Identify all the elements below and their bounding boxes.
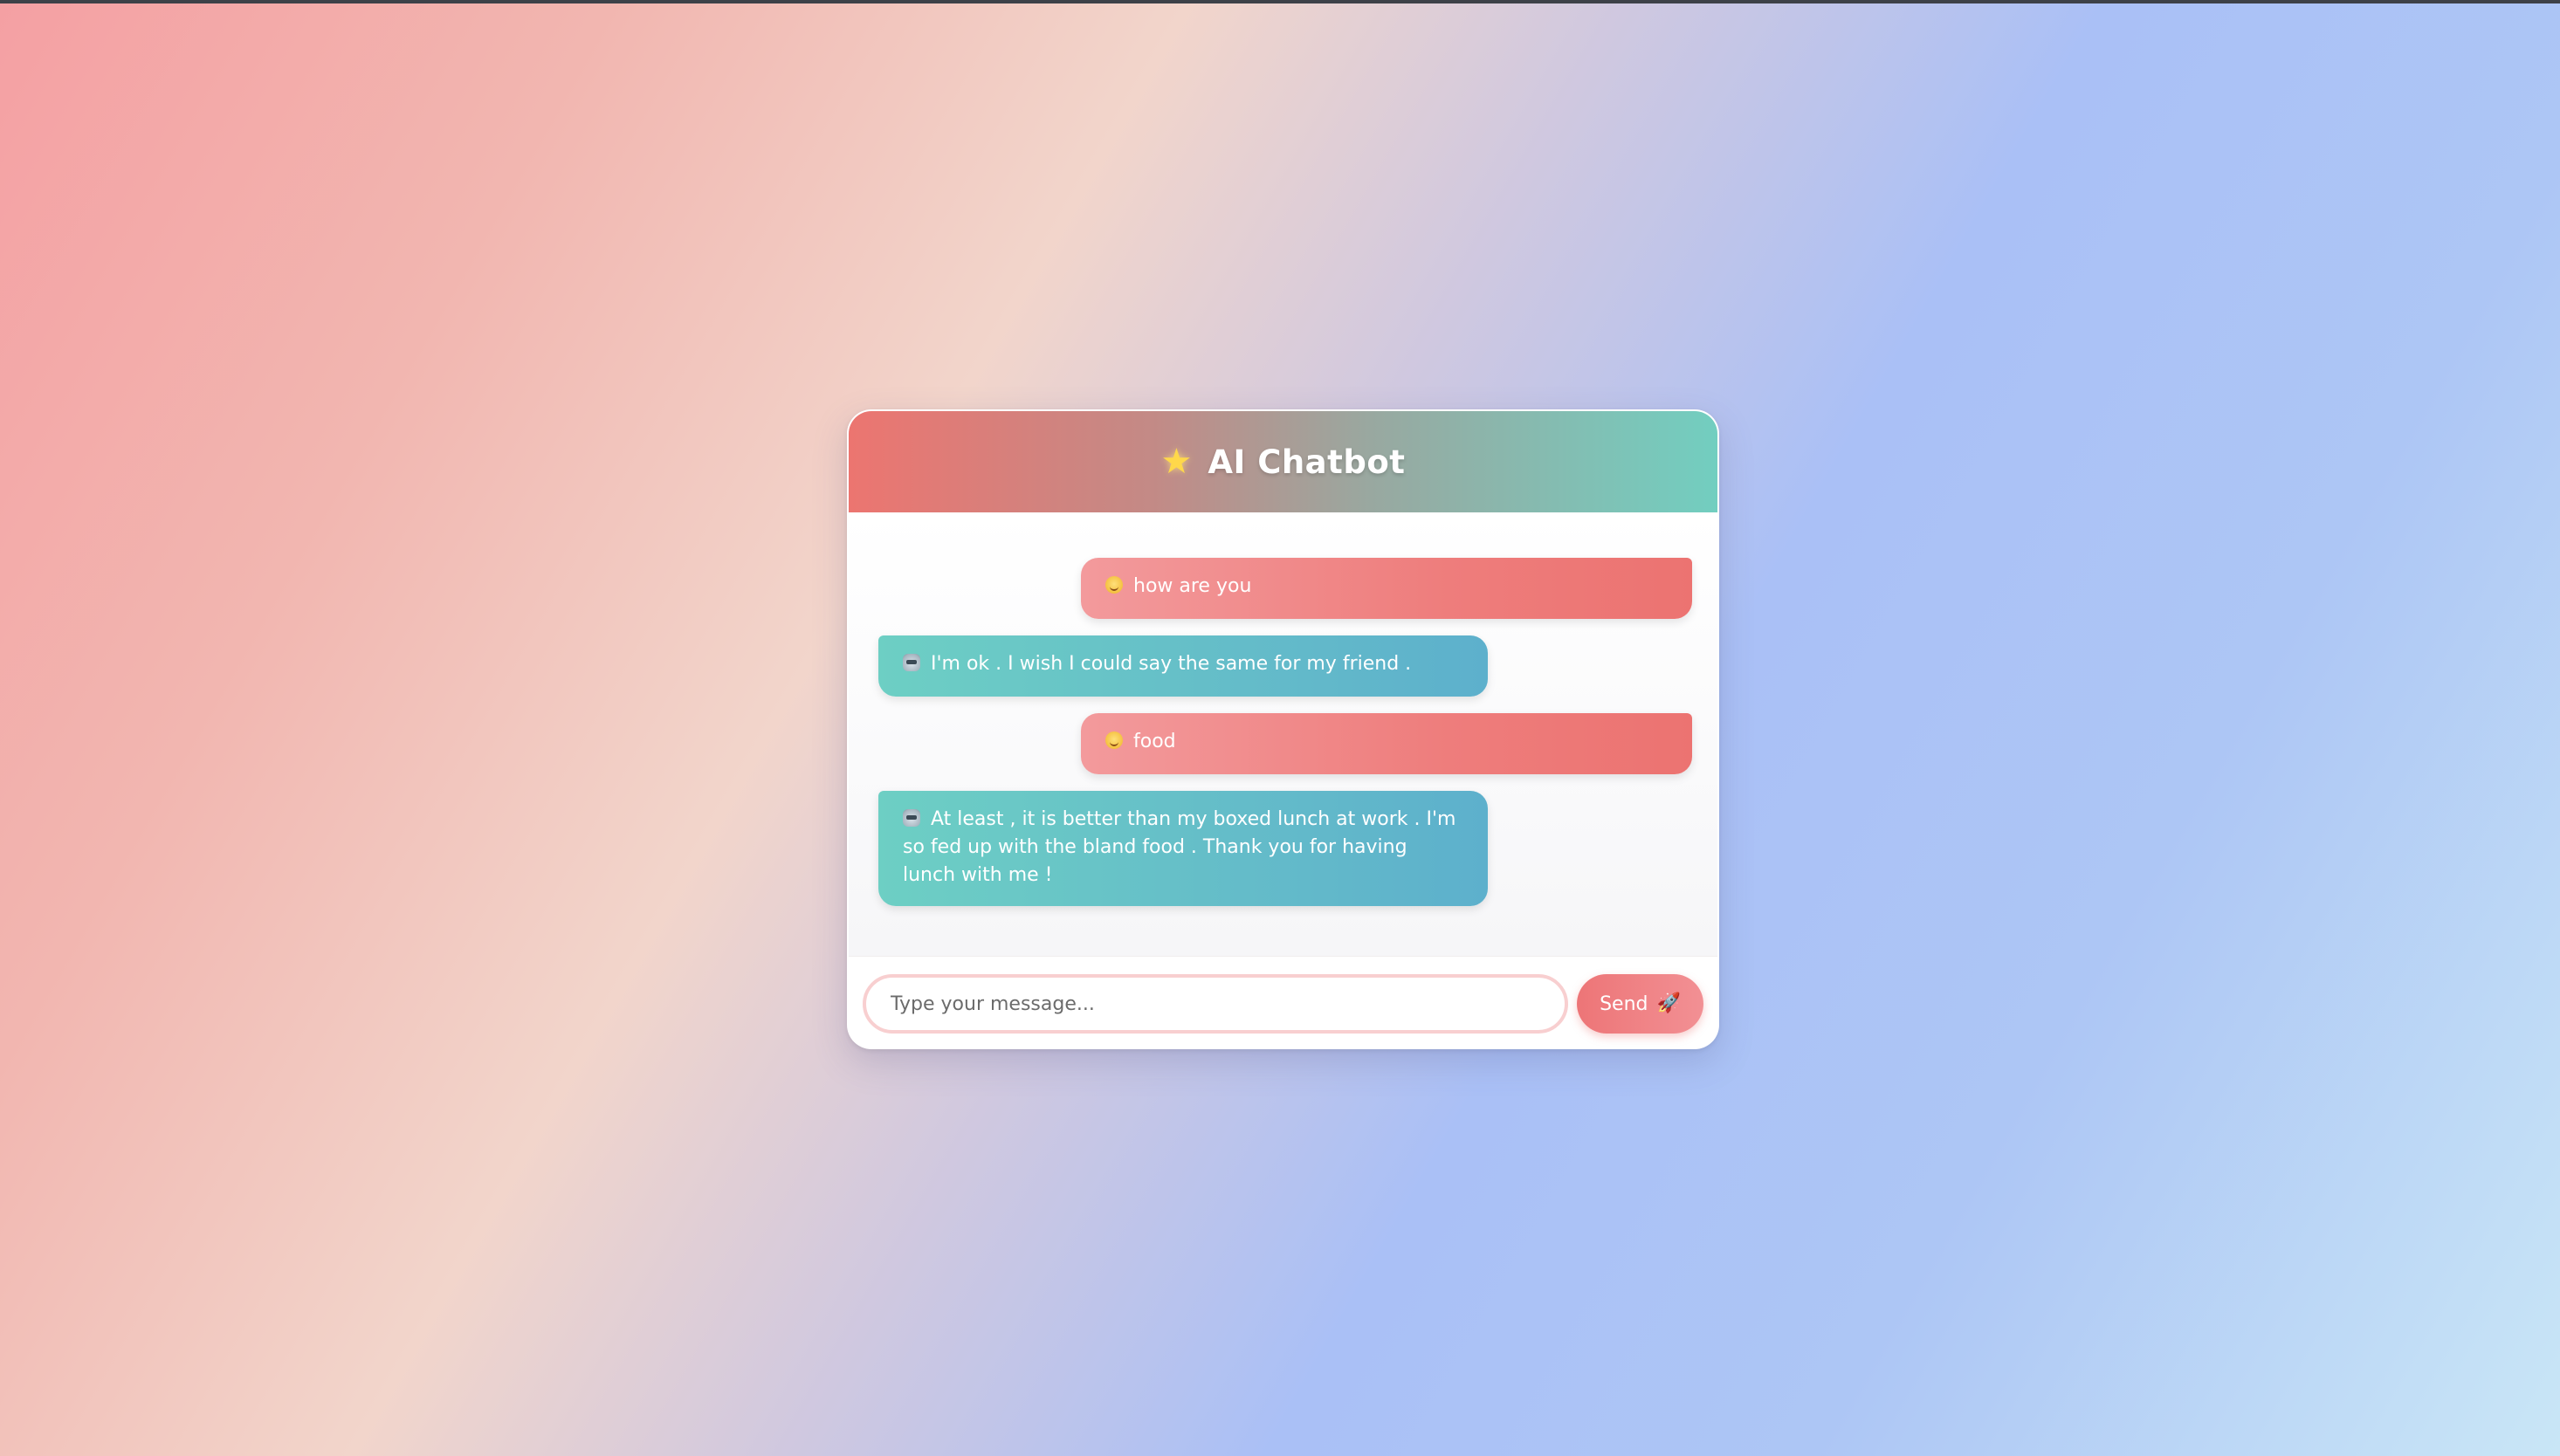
bot-message: At least , it is better than my boxed lu… — [878, 791, 1488, 906]
message-text: food — [1133, 731, 1176, 752]
chat-window: ★ AI Chatbot how are you I'm ok . I wish… — [847, 409, 1719, 1049]
smiling-face-icon — [1105, 576, 1123, 594]
message-text: At least , it is better than my boxed lu… — [903, 808, 1456, 886]
bot-message: I'm ok . I wish I could say the same for… — [878, 635, 1488, 697]
robot-icon — [903, 654, 920, 671]
message-list[interactable]: how are you I'm ok . I wish I could say … — [849, 512, 1717, 956]
window-top-border — [0, 0, 2560, 3]
user-message: food — [1081, 713, 1692, 774]
send-label: Send — [1600, 992, 1648, 1015]
user-message: how are you — [1081, 558, 1692, 619]
chat-title: AI Chatbot — [1208, 443, 1406, 481]
rocket-icon: 🚀 — [1656, 992, 1681, 1014]
message-text: how are you — [1133, 575, 1252, 597]
composer-bar: Send 🚀 — [849, 956, 1717, 1047]
star-icon: ★ — [1160, 442, 1193, 482]
message-text: I'm ok . I wish I could say the same for… — [931, 653, 1412, 675]
send-button[interactable]: Send 🚀 — [1577, 974, 1703, 1034]
smiling-face-icon — [1105, 731, 1123, 749]
robot-icon — [903, 809, 920, 827]
chat-header: ★ AI Chatbot — [849, 411, 1717, 512]
message-input[interactable] — [863, 974, 1568, 1034]
